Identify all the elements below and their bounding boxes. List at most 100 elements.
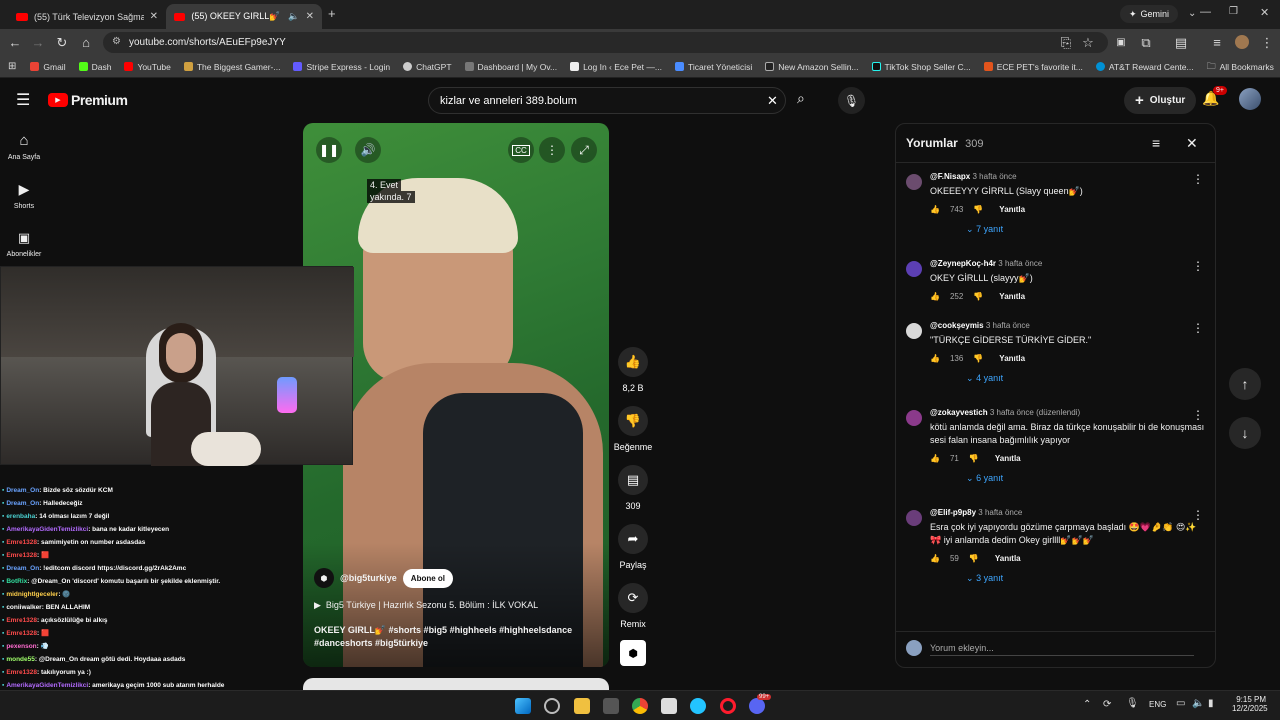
bookmark-amazon[interactable]: New Amazon Sellin... bbox=[765, 62, 859, 72]
capcut-icon[interactable] bbox=[661, 698, 677, 714]
comment-dislike-icon[interactable]: 👎 bbox=[973, 354, 983, 363]
chat-username[interactable]: coniiwalker bbox=[6, 604, 41, 611]
captions-button[interactable]: CC bbox=[508, 137, 534, 163]
pause-button[interactable]: ❚❚ bbox=[316, 137, 342, 163]
chat-username[interactable]: AmerikayaGidenTemizlikci bbox=[6, 526, 88, 533]
comment-like-icon[interactable]: 👍 bbox=[930, 554, 940, 563]
view-replies-button[interactable]: ⌄ 7 yanıt bbox=[930, 224, 1206, 235]
comment-author[interactable]: @cookşeymis bbox=[930, 321, 984, 330]
chat-username[interactable]: Emre1328 bbox=[6, 539, 37, 546]
discord-icon[interactable] bbox=[749, 698, 765, 714]
bookmark-gmail[interactable]: Gmail bbox=[30, 62, 66, 72]
bookmark-tiktok[interactable]: TikTok Shop Seller C... bbox=[871, 62, 971, 72]
comment-author[interactable]: @zokayvestich bbox=[930, 408, 988, 417]
extension-icon[interactable]: ▣ bbox=[1110, 29, 1132, 56]
browser-tab-1[interactable]: (55) Türk Televizyon Sağmaldi... ✕ bbox=[8, 4, 166, 29]
file-explorer-icon[interactable] bbox=[574, 698, 590, 714]
chat-username[interactable]: Emre1328 bbox=[6, 552, 37, 559]
more-options-button[interactable]: ⋮ bbox=[539, 137, 565, 163]
comment-reply-button[interactable]: Yanıtla bbox=[999, 205, 1025, 214]
site-info-icon[interactable]: ⚙ bbox=[112, 36, 121, 47]
comment-more-icon[interactable]: ⋮ bbox=[1192, 321, 1204, 335]
clear-search-icon[interactable]: ✕ bbox=[767, 93, 778, 109]
comment-dislike-icon[interactable]: 👎 bbox=[969, 554, 979, 563]
bookmark-dash[interactable]: Dash bbox=[78, 62, 111, 72]
comment-more-icon[interactable]: ⋮ bbox=[1192, 259, 1204, 273]
comment-more-icon[interactable]: ⋮ bbox=[1192, 172, 1204, 186]
chat-username[interactable]: Emre1328 bbox=[6, 617, 37, 624]
side-panel-icon[interactable]: ▤ bbox=[1170, 29, 1192, 56]
browser-menu-icon[interactable]: ⋮ bbox=[1256, 29, 1278, 56]
bookmark-chatgpt[interactable]: ChatGPT bbox=[403, 62, 452, 72]
maximize-window-icon[interactable]: ❐ bbox=[1229, 6, 1238, 17]
chat-username[interactable]: Dream_On bbox=[6, 565, 39, 572]
search-input[interactable]: kizlar ve anneleri 389.bolum ✕ bbox=[428, 87, 786, 114]
bookmark-biggest-gamer[interactable]: The Biggest Gamer-... bbox=[183, 62, 280, 72]
rail-item-subscriptions[interactable]: ▣ Abonelikler bbox=[0, 230, 48, 258]
next-short-preview[interactable] bbox=[303, 678, 609, 690]
media-controls-icon[interactable]: ≡ bbox=[1206, 29, 1228, 56]
channel-name[interactable]: @big5turkiye bbox=[340, 573, 397, 583]
close-window-icon[interactable]: ✕ bbox=[1260, 6, 1269, 19]
bookmark-stripe[interactable]: Stripe Express - Login bbox=[293, 62, 390, 72]
menu-icon[interactable]: ☰ bbox=[16, 90, 30, 110]
comment-reply-button[interactable]: Yanıtla bbox=[999, 292, 1025, 301]
opera-icon[interactable] bbox=[720, 698, 736, 714]
view-replies-button[interactable]: ⌄ 6 yanıt bbox=[930, 473, 1206, 484]
like-button[interactable]: 👍 8,2 B bbox=[618, 347, 648, 393]
tray-chevron-icon[interactable]: ⌃ bbox=[1083, 699, 1091, 710]
address-bar[interactable]: ⚙ youtube.com/shorts/AEuEFp9eJYY bbox=[103, 32, 1108, 53]
new-tab-button[interactable]: + bbox=[328, 6, 336, 21]
chat-username[interactable]: erenbaha bbox=[6, 513, 35, 520]
bookmark-dashboard[interactable]: Dashboard | My Ov... bbox=[464, 62, 557, 72]
share-button[interactable]: ➦ Paylaş bbox=[618, 524, 648, 570]
chat-username[interactable]: monde55 bbox=[6, 656, 35, 663]
view-replies-button[interactable]: ⌄ 4 yanıt bbox=[930, 373, 1206, 384]
add-comment-input[interactable]: Yorum ekleyin... bbox=[930, 640, 1194, 656]
app-g-icon[interactable] bbox=[690, 698, 706, 714]
voice-search-icon[interactable]: 🎙 bbox=[838, 87, 865, 114]
create-button[interactable]: + Oluştur bbox=[1124, 87, 1197, 114]
tray-sync-icon[interactable]: ⟳ bbox=[1103, 699, 1111, 710]
comments-button[interactable]: ▤ 309 bbox=[618, 465, 648, 511]
chat-username[interactable]: pexenson bbox=[6, 643, 36, 650]
forward-icon[interactable]: → bbox=[27, 29, 49, 56]
mute-tab-icon[interactable]: 🔈 bbox=[288, 11, 299, 22]
install-app-icon[interactable]: ⎘ bbox=[1055, 29, 1077, 56]
chat-username[interactable]: Dream_On bbox=[6, 487, 39, 494]
comment-more-icon[interactable]: ⋮ bbox=[1192, 408, 1204, 422]
start-menu-icon[interactable] bbox=[515, 698, 531, 714]
rail-item-shorts[interactable]: ▶ Shorts bbox=[0, 181, 48, 210]
search-icon[interactable]: ⌕ bbox=[797, 90, 805, 107]
chrome-icon[interactable] bbox=[632, 698, 648, 714]
browser-tab-2[interactable]: (55) OKEEY GIRLL💅 #shor 🔈 ✕ bbox=[166, 4, 322, 29]
back-icon[interactable]: ← bbox=[4, 29, 26, 56]
bookmark-ece-pet[interactable]: ECE PET's favorite it... bbox=[983, 62, 1083, 72]
playlist-link[interactable]: ▶ Big5 Türkiye | Hazırlık Sezonu 5. Bölü… bbox=[314, 600, 538, 611]
fullscreen-button[interactable]: ⤢ bbox=[571, 137, 597, 163]
close-tab-icon[interactable]: ✕ bbox=[150, 11, 158, 22]
bookmark-ece-pet-login[interactable]: Log In ‹ Ece Pet —... bbox=[570, 62, 662, 72]
home-icon[interactable]: ⌂ bbox=[75, 29, 97, 56]
speaker-icon[interactable]: 🔈 bbox=[1192, 698, 1204, 709]
chat-username[interactable]: AmerikayaGidenTemizlikci bbox=[6, 682, 88, 689]
comment-dislike-icon[interactable]: 👎 bbox=[973, 292, 983, 301]
comment-avatar[interactable] bbox=[906, 410, 922, 426]
comment-more-icon[interactable]: ⋮ bbox=[1192, 508, 1204, 522]
comment-reply-button[interactable]: Yanıtla bbox=[995, 554, 1021, 563]
remix-button[interactable]: ⟳ Remix bbox=[618, 583, 648, 629]
dislike-button[interactable]: 👎 Beğenme bbox=[612, 406, 654, 452]
minimize-window-icon[interactable]: — bbox=[1200, 6, 1211, 18]
next-short-button[interactable]: ↓ bbox=[1229, 417, 1261, 449]
account-avatar[interactable] bbox=[1239, 88, 1261, 110]
battery-icon[interactable]: ▮ bbox=[1208, 698, 1214, 709]
rail-item-home[interactable]: ⌂ Ana Sayfa bbox=[0, 132, 48, 161]
chat-username[interactable]: Emre1328 bbox=[6, 669, 37, 676]
microphone-icon[interactable]: 🎙 bbox=[1126, 698, 1139, 709]
apps-grid-icon[interactable]: ⊞ bbox=[8, 61, 16, 72]
network-icon[interactable]: ▭ bbox=[1176, 698, 1185, 709]
chat-username[interactable]: midnightlgeceler bbox=[6, 591, 58, 598]
profile-avatar[interactable] bbox=[1235, 35, 1249, 49]
tab-search-icon[interactable]: ⌄ bbox=[1188, 8, 1196, 19]
comment-author[interactable]: @F.Nisapx bbox=[930, 172, 970, 181]
